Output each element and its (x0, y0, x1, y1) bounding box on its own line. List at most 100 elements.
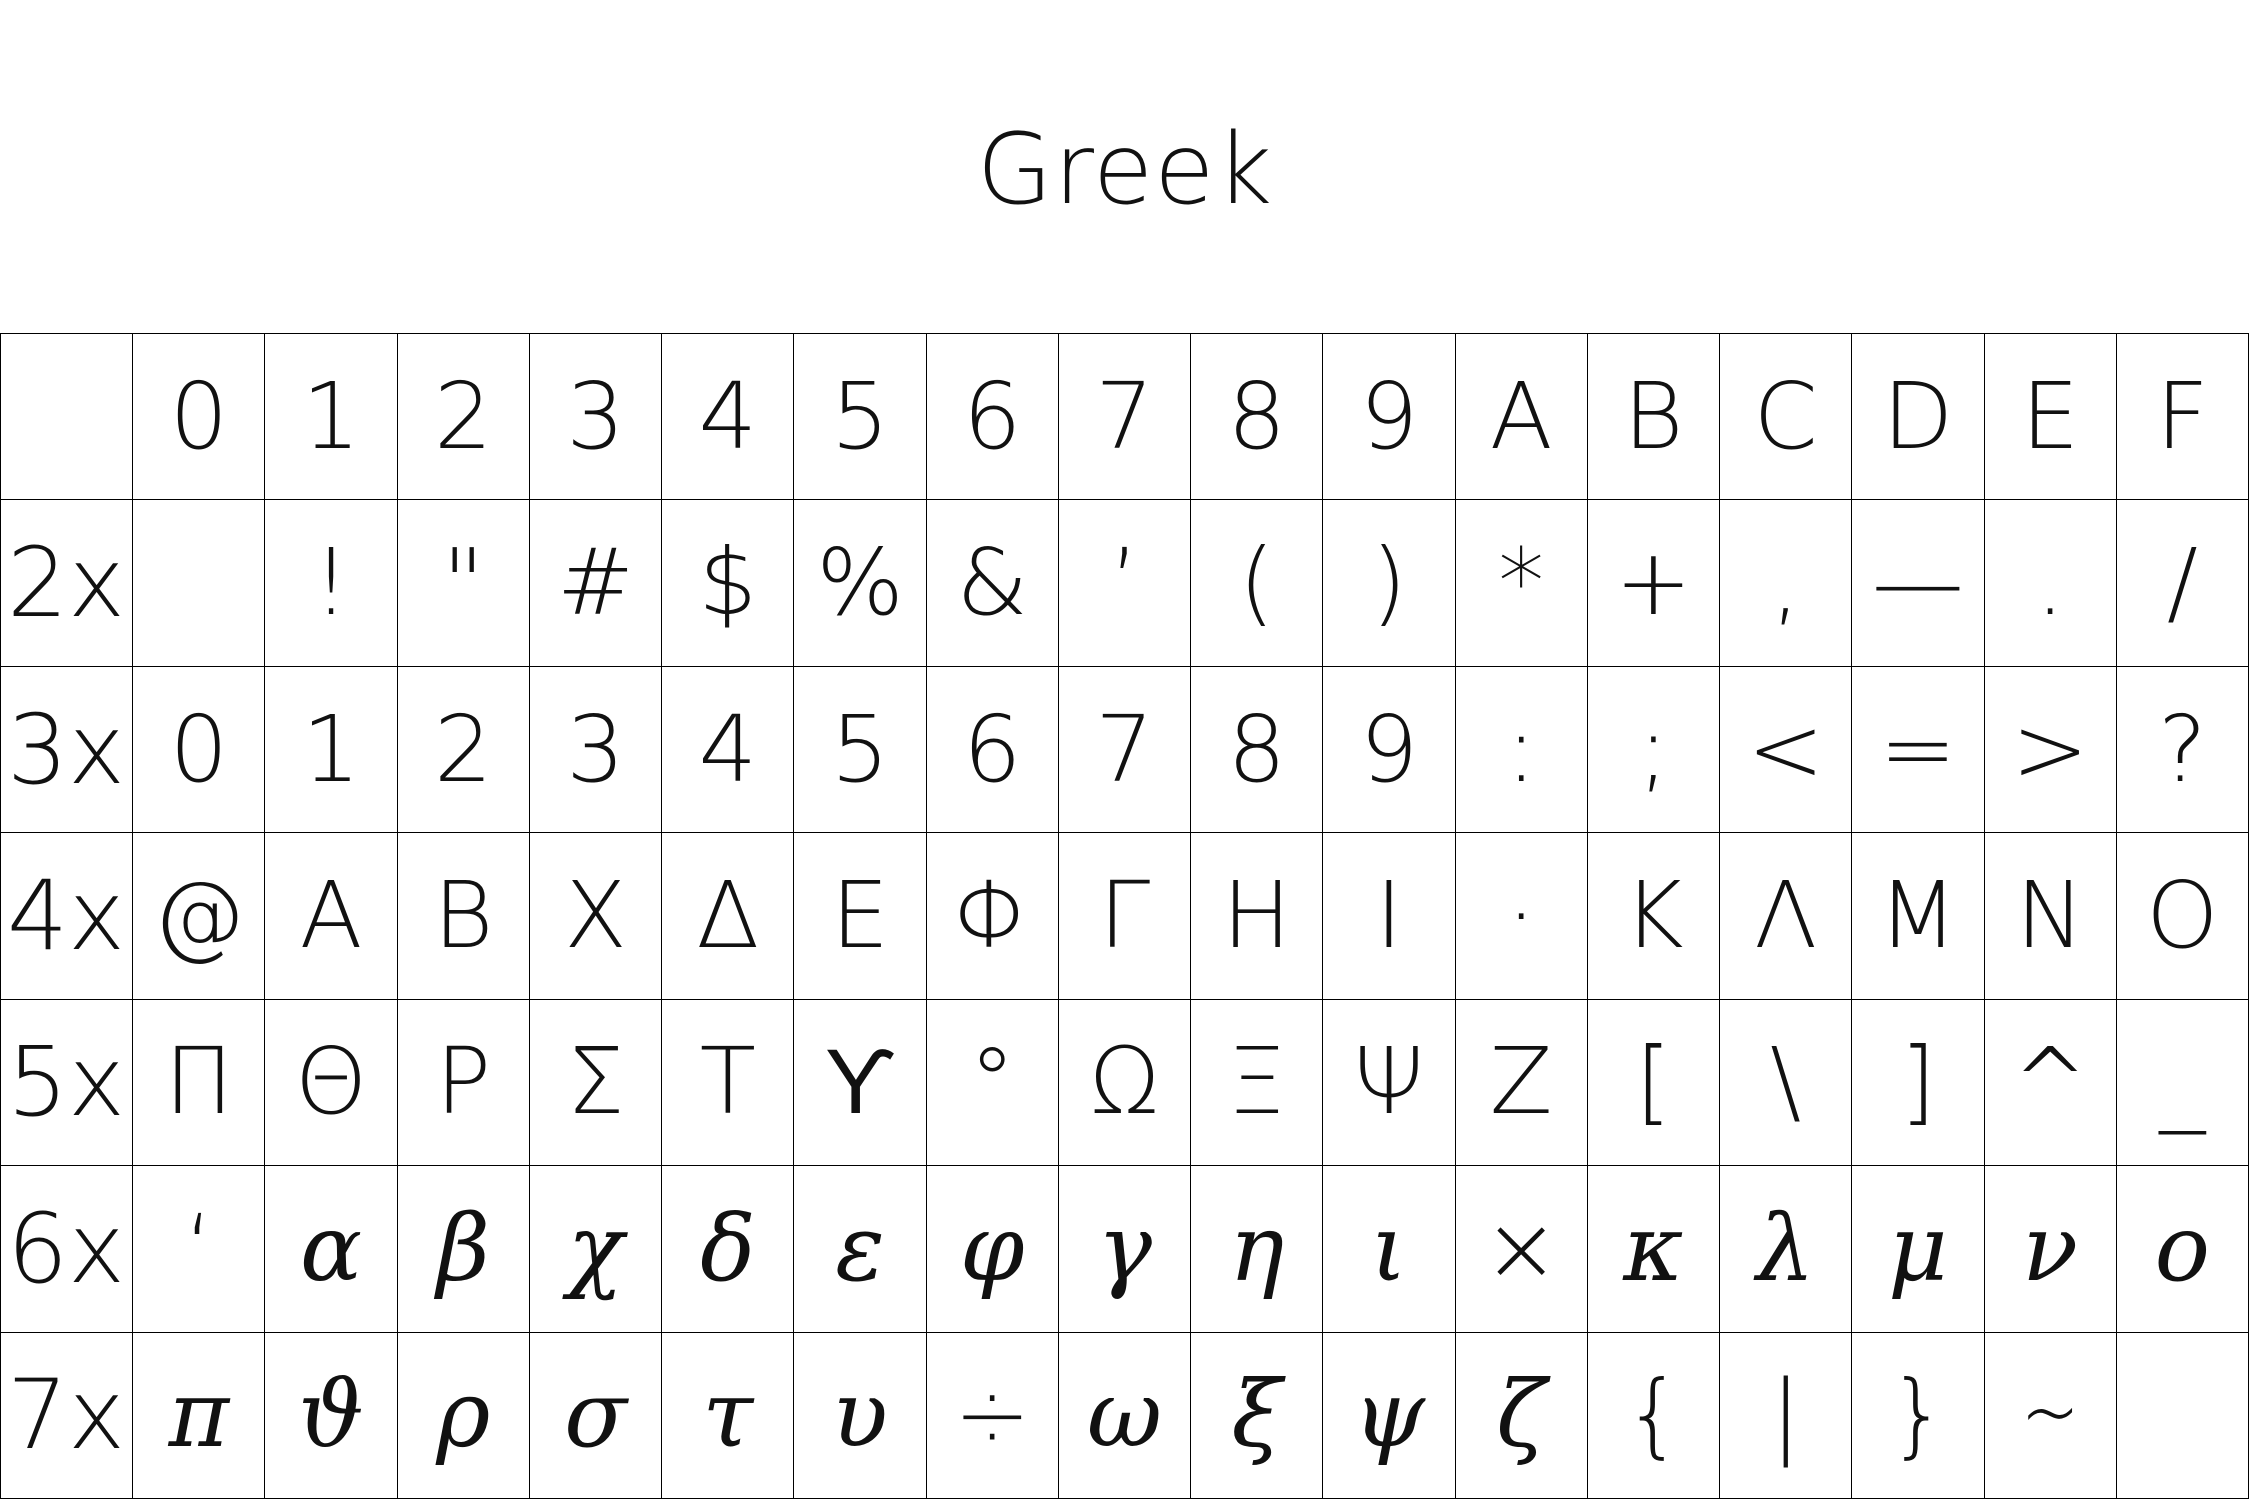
glyph-cell: · (1455, 833, 1588, 1000)
glyph-cell: ω (1058, 1332, 1192, 1499)
glyph-cell: — (1852, 500, 1985, 667)
glyph-cell: < (1720, 666, 1853, 834)
glyph-cell: _ (2116, 999, 2249, 1167)
glyph-cell: $ (662, 500, 795, 667)
glyph-cell: ϑ (265, 1332, 398, 1499)
glyph-cell: ] (1852, 999, 1985, 1167)
glyph-cell: = (1852, 666, 1985, 834)
glyph-cell: Ξ (1191, 999, 1324, 1167)
glyph-cell: 5 (794, 666, 927, 834)
row-header: 7x (1, 1332, 134, 1499)
glyph-cell: κ (1587, 1166, 1721, 1333)
glyph-cell: * (1455, 500, 1588, 667)
glyph-cell: 7 (1058, 666, 1192, 834)
table-corner-cell (1, 334, 134, 501)
row-header: 5x (1, 999, 134, 1167)
row-header: 2x (1, 500, 134, 667)
glyph-cell: ϒ (794, 999, 927, 1167)
column-header: 0 (133, 334, 266, 501)
column-header: 1 (265, 334, 398, 501)
row-header: 6x (1, 1166, 134, 1333)
glyph-cell: ? (2116, 666, 2249, 834)
glyph-cell: α (265, 1166, 398, 1333)
glyph-cell: / (2116, 500, 2249, 667)
glyph-cell: Η (1191, 833, 1324, 1000)
column-header: C (1720, 334, 1853, 501)
glyph-cell: Ο (2116, 833, 2249, 1000)
glyph-cell: " (397, 500, 530, 667)
glyph-cell: δ (662, 1166, 795, 1333)
glyph-cell: 0 (133, 666, 266, 834)
glyph-cell: 1 (265, 666, 398, 834)
glyph-cell: B (397, 833, 530, 1000)
row-header: 4x (1, 833, 134, 1000)
glyph-cell: | (1720, 1332, 1853, 1499)
glyph-cell: \ (1720, 999, 1853, 1167)
glyph-cell: Σ (529, 999, 663, 1167)
glyph-cell: μ (1852, 1166, 1985, 1333)
glyph-cell: ÷ (926, 1332, 1059, 1499)
glyph-cell: ν (1984, 1166, 2117, 1333)
column-header: F (2116, 334, 2249, 501)
glyph-cell: ζ (1455, 1332, 1588, 1499)
row-header: 3x (1, 666, 134, 834)
glyph-cell: π (133, 1332, 266, 1499)
column-header: 7 (1058, 334, 1192, 501)
glyph-cell: # (529, 500, 663, 667)
glyph-cell: σ (529, 1332, 663, 1499)
glyph-cell: φ (926, 1166, 1059, 1333)
column-header: B (1587, 334, 1721, 501)
glyph-cell: ) (1323, 500, 1456, 667)
glyph-cell: ° (926, 999, 1059, 1167)
glyph-cell: Π (133, 999, 266, 1167)
column-header: 3 (529, 334, 663, 501)
glyph-cell: ( (1191, 500, 1324, 667)
column-header: 9 (1323, 334, 1456, 501)
glyph-cell: ε (794, 1166, 927, 1333)
column-header: 6 (926, 334, 1059, 501)
glyph-cell (133, 500, 266, 667)
glyph-cell: × (1455, 1166, 1588, 1333)
glyph-cell: Ψ (1323, 999, 1456, 1167)
glyph-cell: , (1720, 500, 1853, 667)
glyph-cell: Ν (1984, 833, 2117, 1000)
column-header: E (1984, 334, 2117, 501)
glyph-cell: 8 (1191, 666, 1324, 834)
glyph-cell: ξ (1191, 1332, 1324, 1499)
glyph-cell: γ (1058, 1166, 1192, 1333)
glyph-cell: τ (662, 1332, 795, 1499)
glyph-cell: 9 (1323, 666, 1456, 834)
glyph-cell: % (794, 500, 927, 667)
glyph-cell: χ (529, 1166, 663, 1333)
glyph-cell: 2 (397, 666, 530, 834)
glyph-cell: ψ (1323, 1332, 1456, 1499)
glyph-cell: Ω (1058, 999, 1192, 1167)
glyph-cell: Γ (1058, 833, 1192, 1000)
glyph-cell: Ε (794, 833, 927, 1000)
glyph-cell: Κ (1587, 833, 1721, 1000)
glyph-cell: β (397, 1166, 530, 1333)
page-title: Greek (976, 113, 1274, 227)
glyph-cell: { (1587, 1332, 1721, 1499)
glyph-cell: [ (1587, 999, 1721, 1167)
character-table: 0 1 2 3 4 5 6 7 8 9 A B C D E F 2x! " # $% &’() * +, —./3x 0 1 2 3 4… (0, 333, 2249, 1499)
glyph-cell: Δ (662, 833, 795, 1000)
glyph-cell: ι (1323, 1166, 1456, 1333)
glyph-cell: 3 (529, 666, 663, 834)
column-header: 4 (662, 334, 795, 501)
glyph-cell: λ (1720, 1166, 1853, 1333)
glyph-cell: : (1455, 666, 1588, 834)
glyph-cell: 6 (926, 666, 1059, 834)
glyph-cell: } (1852, 1332, 1985, 1499)
column-header: 2 (397, 334, 530, 501)
glyph-cell: Ζ (1455, 999, 1588, 1167)
glyph-cell: Τ (662, 999, 795, 1167)
glyph-cell: Θ (265, 999, 398, 1167)
glyph-cell: 4 (662, 666, 795, 834)
glyph-cell: + (1587, 500, 1721, 667)
glyph-cell: > (1984, 666, 2117, 834)
column-header: A (1455, 334, 1588, 501)
glyph-cell: ∼ (1984, 1332, 2117, 1499)
glyph-cell: & (926, 500, 1059, 667)
glyph-cell: η (1191, 1166, 1324, 1333)
